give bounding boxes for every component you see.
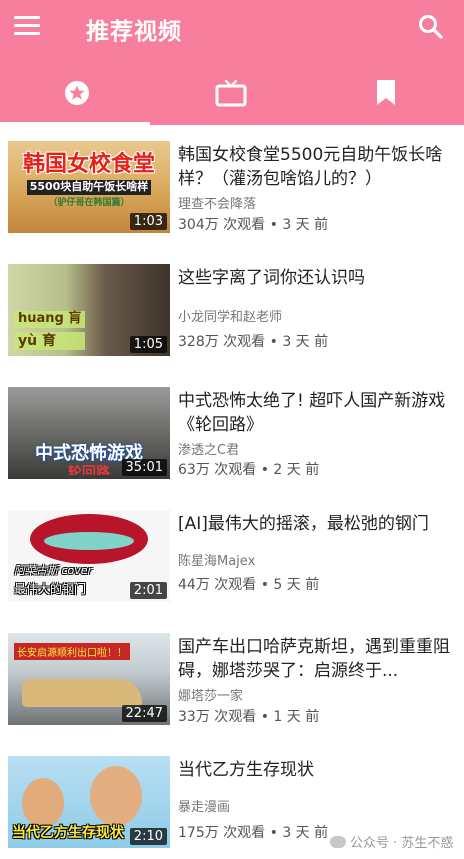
watermark-text: 公众号 · 苏生不惑 <box>350 836 454 851</box>
search-icon[interactable] <box>416 12 446 42</box>
tab-bookmarks[interactable] <box>308 60 464 125</box>
video-item[interactable]: 长安启源顺利出口啦！！ 22:47 国产车出口哈萨克斯坦，遇到重重阻碍，娜塔莎哭… <box>0 617 464 727</box>
video-thumbnail[interactable]: 长安启源顺利出口啦！！ 22:47 <box>8 633 170 725</box>
video-channel[interactable]: 理查不会降落 <box>178 193 256 212</box>
video-title[interactable]: 韩国女校食堂5500元自助午饭长啥样？（灌汤包啥馅儿的？） <box>178 143 456 191</box>
video-item[interactable]: 中式恐怖游戏 轮回路 35:01 中式恐怖太绝了! 超吓人国产新游戏《轮回路》 … <box>0 371 464 481</box>
video-title[interactable]: 当代乙方生存现状 <box>178 758 456 782</box>
thumbnail-subcaption: 最伟大的钢门 <box>14 582 87 596</box>
thumbnail-subcaption: 5500块自助午饭长啥样 <box>26 180 152 195</box>
wechat-icon <box>330 835 346 848</box>
thumbnail-car-graphic <box>22 679 142 707</box>
thumbnail-subcaption-2: （驴仔哥在韩国篇） <box>48 197 130 208</box>
video-duration: 2:01 <box>129 582 167 599</box>
thumbnail-caption: 当代乙方生存现状 <box>12 825 124 841</box>
video-meta: 175万 次观看 • 3 天 前 <box>178 825 329 841</box>
video-channel[interactable]: 娜塔莎一家 <box>178 685 243 704</box>
hamburger-menu-icon[interactable] <box>14 14 42 38</box>
page-title: 推荐视频 <box>86 19 182 45</box>
bookmark-icon <box>377 79 395 105</box>
video-item[interactable]: 韩国女校食堂 5500块自助午饭长啥样 （驴仔哥在韩国篇） 1:03 韩国女校食… <box>0 125 464 235</box>
thumbnail-face-left <box>22 778 64 828</box>
thumbnail-mouth-graphic <box>30 514 148 564</box>
video-channel[interactable]: 陈星海Majex <box>178 550 255 569</box>
video-title[interactable]: 国产车出口哈萨克斯坦，遇到重重阻碍，娜塔莎哭了：启源终于... <box>178 635 456 683</box>
video-meta: 44万 次观看 • 5 天 前 <box>178 577 320 593</box>
video-title[interactable]: 这些字离了词你还认识吗 <box>178 266 456 290</box>
video-thumbnail[interactable]: 中式恐怖游戏 轮回路 35:01 <box>8 387 170 479</box>
video-item[interactable]: 阿菜古斯 cover 最伟大的钢门 2:01 [AI]最伟大的摇滚，最松弛的钢门… <box>0 494 464 604</box>
video-title[interactable]: 中式恐怖太绝了! 超吓人国产新游戏《轮回路》 <box>178 389 456 437</box>
video-thumbnail[interactable]: 当代乙方生存现状 2:10 <box>8 756 170 848</box>
video-meta: 63万 次观看 • 2 天 前 <box>178 462 320 478</box>
watermark: 公众号 · 苏生不惑 <box>330 832 453 851</box>
thumbnail-caption: 韩国女校食堂 <box>22 151 155 177</box>
thumbnail-subcaption: huang 肓 <box>14 310 86 328</box>
video-thumbnail[interactable]: huang 肓 yù 育 1:05 <box>8 264 170 356</box>
video-duration: 2:10 <box>129 828 167 845</box>
video-list[interactable]: 韩国女校食堂 5500块自助午饭长啥样 （驴仔哥在韩国篇） 1:03 韩国女校食… <box>0 125 464 859</box>
video-duration: 22:47 <box>121 705 167 722</box>
video-thumbnail[interactable]: 阿菜古斯 cover 最伟大的钢门 2:01 <box>8 510 170 602</box>
tab-bar <box>0 60 464 125</box>
video-duration: 1:03 <box>129 213 167 230</box>
tab-recommended[interactable] <box>0 60 154 125</box>
video-duration: 1:05 <box>129 336 167 353</box>
thumbnail-subcaption: 轮回路 <box>68 465 110 475</box>
thumbnail-face-right <box>90 766 142 826</box>
video-meta: 304万 次观看 • 3 天 前 <box>178 217 329 233</box>
video-channel[interactable]: 小龙同学和赵老师 <box>178 306 282 325</box>
video-item[interactable]: huang 肓 yù 育 1:05 这些字离了词你还认识吗 小龙同学和赵老师 3… <box>0 248 464 358</box>
video-channel[interactable]: 暴走漫画 <box>178 796 230 815</box>
app-bar: 推荐视频 <box>0 0 464 60</box>
thumbnail-caption: yù 育 <box>14 331 86 350</box>
video-channel[interactable]: 渗透之C君 <box>178 439 239 458</box>
star-circle-icon <box>65 80 89 105</box>
video-meta: 328万 次观看 • 3 天 前 <box>178 334 329 350</box>
tv-icon <box>215 79 247 106</box>
thumbnail-caption: 长安启源顺利出口啦！！ <box>14 643 130 660</box>
video-title[interactable]: [AI]最伟大的摇滚，最松弛的钢门 <box>178 512 456 536</box>
video-meta: 33万 次观看 • 1 天 前 <box>178 709 320 725</box>
thumbnail-caption: 阿菜古斯 cover <box>14 564 93 577</box>
tab-tv[interactable] <box>154 60 308 125</box>
video-duration: 35:01 <box>121 459 167 476</box>
video-thumbnail[interactable]: 韩国女校食堂 5500块自助午饭长啥样 （驴仔哥在韩国篇） 1:03 <box>8 141 170 233</box>
